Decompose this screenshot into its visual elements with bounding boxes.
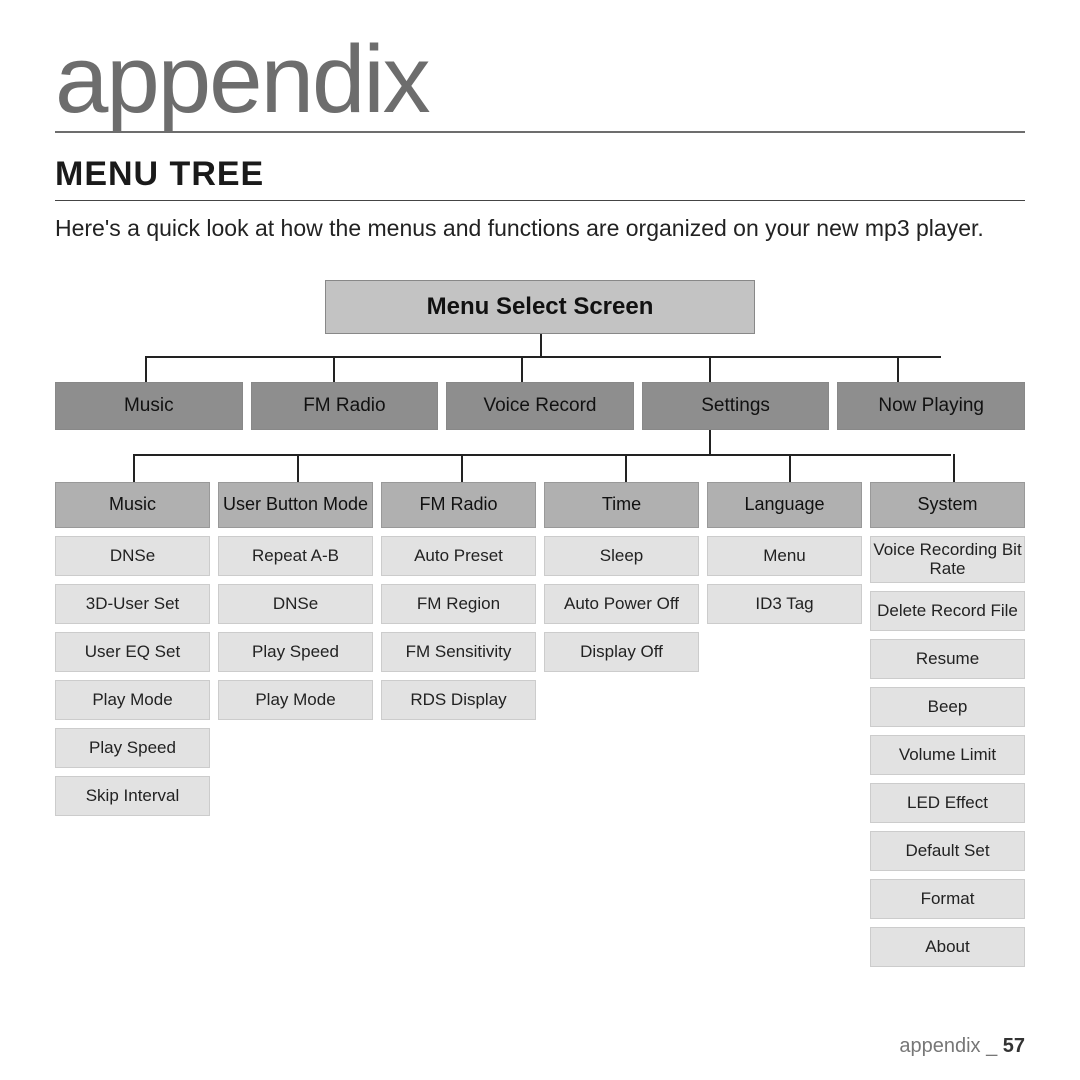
menu-leaf: Beep	[870, 687, 1025, 727]
menu-leaf: Volume Limit	[870, 735, 1025, 775]
menu-leaf: ID3 Tag	[707, 584, 862, 624]
menu-leaf: Auto Preset	[381, 536, 536, 576]
menu-leaf: FM Sensitivity	[381, 632, 536, 672]
page-title: appendix	[55, 30, 1025, 133]
tree-root: Menu Select Screen	[325, 280, 755, 334]
level1-row: Music FM Radio Voice Record Settings Now…	[55, 382, 1025, 430]
menu-leaf: Default Set	[870, 831, 1025, 871]
column: Language Menu ID3 Tag	[707, 482, 862, 967]
columns-grid: MusicDNSe3D-User SetUser EQ SetPlay Mode…	[55, 482, 1025, 967]
menu-leaf: Play Speed	[55, 728, 210, 768]
section-heading: MENU TREE	[55, 155, 1025, 201]
level1-item: Now Playing	[837, 382, 1025, 430]
level1-item: Music	[55, 382, 243, 430]
footer-page-number: 57	[1003, 1035, 1025, 1057]
column: User Button Mode Repeat A-B DNSe Play Speed…	[218, 482, 373, 967]
page-footer: appendix _ 57	[899, 1035, 1025, 1058]
menu-leaf: DNSe	[55, 536, 210, 576]
column: Music DNSe 3D-User Set User EQ Set Play Mode…	[55, 482, 210, 967]
connector-row-2	[55, 430, 1025, 482]
column-header: Language	[707, 482, 862, 528]
menu-leaf: LED Effect	[870, 783, 1025, 823]
menu-leaf: Sleep	[544, 536, 699, 576]
column-header: FM Radio	[381, 482, 536, 528]
menu-leaf: DNSe	[218, 584, 373, 624]
level1-item: Voice Record	[446, 382, 634, 430]
footer-label: appendix _	[899, 1035, 1002, 1057]
column-header: User Button Mode	[218, 482, 373, 528]
menu-leaf: Play Speed	[218, 632, 373, 672]
column: System Voice Recording Bit Rate Delete Rec…	[870, 482, 1025, 967]
level1-item: Settings	[642, 382, 830, 430]
menu-leaf: FM Region	[381, 584, 536, 624]
menu-leaf: About	[870, 927, 1025, 967]
menu-leaf: Voice Recording Bit Rate	[870, 536, 1025, 583]
menu-leaf: Format	[870, 879, 1025, 919]
menu-leaf: RDS Display	[381, 680, 536, 720]
connector-row-1	[55, 334, 1025, 382]
menu-leaf: Menu	[707, 536, 862, 576]
menu-leaf: Repeat A-B	[218, 536, 373, 576]
menu-leaf: Skip Interval	[55, 776, 210, 816]
level1-item: FM Radio	[251, 382, 439, 430]
menu-leaf: User EQ Set	[55, 632, 210, 672]
menu-leaf: 3D-User Set	[55, 584, 210, 624]
column: Time Sleep Auto Power Off Display Off	[544, 482, 699, 967]
menu-leaf: Play Mode	[218, 680, 373, 720]
column: FM Radio Auto Preset FM Region FM Sensitivi…	[381, 482, 536, 967]
menu-leaf: Play Mode	[55, 680, 210, 720]
menu-leaf: Auto Power Off	[544, 584, 699, 624]
menu-leaf: Resume	[870, 639, 1025, 679]
menu-leaf: Delete Record File	[870, 591, 1025, 631]
menu-tree: Menu Select Screen Music FM Radio Voice …	[55, 280, 1025, 967]
column-header: System	[870, 482, 1025, 528]
intro-text: Here's a quick look at how the menus and…	[55, 213, 1025, 244]
column-header: Music	[55, 482, 210, 528]
column-header: Time	[544, 482, 699, 528]
menu-leaf: Display Off	[544, 632, 699, 672]
